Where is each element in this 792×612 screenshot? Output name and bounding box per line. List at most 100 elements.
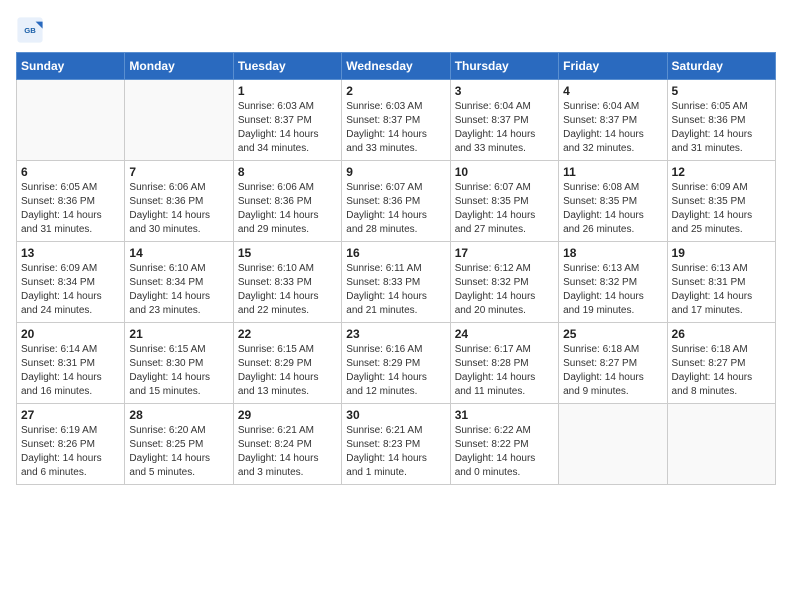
day-info: Sunrise: 6:19 AM Sunset: 8:26 PM Dayligh… bbox=[21, 424, 120, 480]
day-info: Sunrise: 6:20 AM Sunset: 8:25 PM Dayligh… bbox=[129, 424, 228, 480]
day-info: Sunrise: 6:21 AM Sunset: 8:23 PM Dayligh… bbox=[346, 424, 445, 480]
day-info: Sunrise: 6:15 AM Sunset: 8:29 PM Dayligh… bbox=[238, 343, 337, 399]
calendar-cell: 1 Sunrise: 6:03 AM Sunset: 8:37 PM Daylig… bbox=[233, 80, 341, 161]
day-number: 18 bbox=[563, 246, 662, 260]
day-info: Sunrise: 6:09 AM Sunset: 8:34 PM Dayligh… bbox=[21, 262, 120, 318]
day-number: 10 bbox=[455, 165, 554, 179]
calendar-cell: 17 Sunrise: 6:12 AM Sunset: 8:32 PM Dayli… bbox=[450, 242, 558, 323]
week-row-5: 27 Sunrise: 6:19 AM Sunset: 8:26 PM Dayli… bbox=[17, 404, 776, 485]
day-number: 13 bbox=[21, 246, 120, 260]
calendar-cell: 27 Sunrise: 6:19 AM Sunset: 8:26 PM Dayli… bbox=[17, 404, 125, 485]
day-number: 8 bbox=[238, 165, 337, 179]
day-number: 6 bbox=[21, 165, 120, 179]
calendar-cell: 6Sunrise: 6:05 AM Sunset: 8:36 PM Daylig… bbox=[17, 161, 125, 242]
day-number: 5 bbox=[672, 84, 771, 98]
day-number: 27 bbox=[21, 408, 120, 422]
day-number: 11 bbox=[563, 165, 662, 179]
day-info: Sunrise: 6:13 AM Sunset: 8:31 PM Dayligh… bbox=[672, 262, 771, 318]
day-info: Sunrise: 6:18 AM Sunset: 8:27 PM Dayligh… bbox=[563, 343, 662, 399]
day-number: 30 bbox=[346, 408, 445, 422]
day-info: Sunrise: 6:04 AM Sunset: 8:37 PM Dayligh… bbox=[563, 100, 662, 156]
day-info: Sunrise: 6:05 AM Sunset: 8:36 PM Dayligh… bbox=[672, 100, 771, 156]
day-number: 24 bbox=[455, 327, 554, 341]
weekday-header-saturday: Saturday bbox=[667, 53, 775, 80]
day-number: 15 bbox=[238, 246, 337, 260]
week-row-4: 20 Sunrise: 6:14 AM Sunset: 8:31 PM Dayli… bbox=[17, 323, 776, 404]
day-number: 1 bbox=[238, 84, 337, 98]
day-number: 12 bbox=[672, 165, 771, 179]
day-number: 17 bbox=[455, 246, 554, 260]
calendar-cell bbox=[17, 80, 125, 161]
calendar-cell: 24Sunrise: 6:17 AM Sunset: 8:28 PM Dayli… bbox=[450, 323, 558, 404]
day-info: Sunrise: 6:07 AM Sunset: 8:36 PM Dayligh… bbox=[346, 181, 445, 237]
day-info: Sunrise: 6:15 AM Sunset: 8:30 PM Dayligh… bbox=[129, 343, 228, 399]
day-info: Sunrise: 6:03 AM Sunset: 8:37 PM Dayligh… bbox=[238, 100, 337, 156]
day-info: Sunrise: 6:06 AM Sunset: 8:36 PM Dayligh… bbox=[238, 181, 337, 237]
page-header: GB bbox=[16, 16, 776, 44]
week-row-3: 13 Sunrise: 6:09 AM Sunset: 8:34 PM Dayli… bbox=[17, 242, 776, 323]
day-number: 22 bbox=[238, 327, 337, 341]
calendar-cell: 9 Sunrise: 6:07 AM Sunset: 8:36 PM Daylig… bbox=[342, 161, 450, 242]
weekday-header-monday: Monday bbox=[125, 53, 233, 80]
weekday-header-sunday: Sunday bbox=[17, 53, 125, 80]
day-info: Sunrise: 6:08 AM Sunset: 8:35 PM Dayligh… bbox=[563, 181, 662, 237]
calendar-cell: 28 Sunrise: 6:20 AM Sunset: 8:25 PM Dayli… bbox=[125, 404, 233, 485]
calendar-cell: 3 Sunrise: 6:04 AM Sunset: 8:37 PM Daylig… bbox=[450, 80, 558, 161]
day-info: Sunrise: 6:09 AM Sunset: 8:35 PM Dayligh… bbox=[672, 181, 771, 237]
calendar-cell: 13 Sunrise: 6:09 AM Sunset: 8:34 PM Dayli… bbox=[17, 242, 125, 323]
day-info: Sunrise: 6:10 AM Sunset: 8:33 PM Dayligh… bbox=[238, 262, 337, 318]
day-number: 19 bbox=[672, 246, 771, 260]
calendar-cell: 26Sunrise: 6:18 AM Sunset: 8:27 PM Dayli… bbox=[667, 323, 775, 404]
day-info: Sunrise: 6:04 AM Sunset: 8:37 PM Dayligh… bbox=[455, 100, 554, 156]
calendar-cell: 8 Sunrise: 6:06 AM Sunset: 8:36 PM Daylig… bbox=[233, 161, 341, 242]
day-info: Sunrise: 6:21 AM Sunset: 8:24 PM Dayligh… bbox=[238, 424, 337, 480]
calendar-cell: 21 Sunrise: 6:15 AM Sunset: 8:30 PM Dayli… bbox=[125, 323, 233, 404]
calendar-cell: 12 Sunrise: 6:09 AM Sunset: 8:35 PM Dayli… bbox=[667, 161, 775, 242]
calendar-cell: 15 Sunrise: 6:10 AM Sunset: 8:33 PM Dayli… bbox=[233, 242, 341, 323]
calendar: SundayMondayTuesdayWednesdayThursdayFrid… bbox=[16, 52, 776, 485]
calendar-cell: 29 Sunrise: 6:21 AM Sunset: 8:24 PM Dayli… bbox=[233, 404, 341, 485]
calendar-cell: 4 Sunrise: 6:04 AM Sunset: 8:37 PM Daylig… bbox=[559, 80, 667, 161]
weekday-header-friday: Friday bbox=[559, 53, 667, 80]
calendar-cell: 25 Sunrise: 6:18 AM Sunset: 8:27 PM Dayli… bbox=[559, 323, 667, 404]
day-number: 14 bbox=[129, 246, 228, 260]
day-number: 16 bbox=[346, 246, 445, 260]
svg-text:GB: GB bbox=[24, 26, 36, 35]
calendar-cell bbox=[125, 80, 233, 161]
day-info: Sunrise: 6:14 AM Sunset: 8:31 PM Dayligh… bbox=[21, 343, 120, 399]
week-row-2: 6Sunrise: 6:05 AM Sunset: 8:36 PM Daylig… bbox=[17, 161, 776, 242]
calendar-cell bbox=[667, 404, 775, 485]
week-row-1: 1 Sunrise: 6:03 AM Sunset: 8:37 PM Daylig… bbox=[17, 80, 776, 161]
logo-icon: GB bbox=[16, 16, 44, 44]
day-number: 23 bbox=[346, 327, 445, 341]
day-info: Sunrise: 6:16 AM Sunset: 8:29 PM Dayligh… bbox=[346, 343, 445, 399]
day-number: 3 bbox=[455, 84, 554, 98]
day-number: 29 bbox=[238, 408, 337, 422]
day-info: Sunrise: 6:22 AM Sunset: 8:22 PM Dayligh… bbox=[455, 424, 554, 480]
day-number: 9 bbox=[346, 165, 445, 179]
day-number: 7 bbox=[129, 165, 228, 179]
calendar-cell: 2 Sunrise: 6:03 AM Sunset: 8:37 PM Daylig… bbox=[342, 80, 450, 161]
day-info: Sunrise: 6:12 AM Sunset: 8:32 PM Dayligh… bbox=[455, 262, 554, 318]
day-number: 25 bbox=[563, 327, 662, 341]
calendar-cell: 11 Sunrise: 6:08 AM Sunset: 8:35 PM Dayli… bbox=[559, 161, 667, 242]
weekday-header-wednesday: Wednesday bbox=[342, 53, 450, 80]
day-info: Sunrise: 6:10 AM Sunset: 8:34 PM Dayligh… bbox=[129, 262, 228, 318]
logo: GB bbox=[16, 16, 48, 44]
day-info: Sunrise: 6:11 AM Sunset: 8:33 PM Dayligh… bbox=[346, 262, 445, 318]
day-number: 2 bbox=[346, 84, 445, 98]
day-number: 20 bbox=[21, 327, 120, 341]
day-number: 4 bbox=[563, 84, 662, 98]
weekday-header-tuesday: Tuesday bbox=[233, 53, 341, 80]
calendar-cell: 18 Sunrise: 6:13 AM Sunset: 8:32 PM Dayli… bbox=[559, 242, 667, 323]
day-info: Sunrise: 6:13 AM Sunset: 8:32 PM Dayligh… bbox=[563, 262, 662, 318]
calendar-cell: 23 Sunrise: 6:16 AM Sunset: 8:29 PM Dayli… bbox=[342, 323, 450, 404]
day-number: 28 bbox=[129, 408, 228, 422]
weekday-header-thursday: Thursday bbox=[450, 53, 558, 80]
day-number: 21 bbox=[129, 327, 228, 341]
calendar-cell: 30 Sunrise: 6:21 AM Sunset: 8:23 PM Dayli… bbox=[342, 404, 450, 485]
calendar-cell: 10Sunrise: 6:07 AM Sunset: 8:35 PM Dayli… bbox=[450, 161, 558, 242]
calendar-cell: 20 Sunrise: 6:14 AM Sunset: 8:31 PM Dayli… bbox=[17, 323, 125, 404]
calendar-cell bbox=[559, 404, 667, 485]
day-info: Sunrise: 6:03 AM Sunset: 8:37 PM Dayligh… bbox=[346, 100, 445, 156]
